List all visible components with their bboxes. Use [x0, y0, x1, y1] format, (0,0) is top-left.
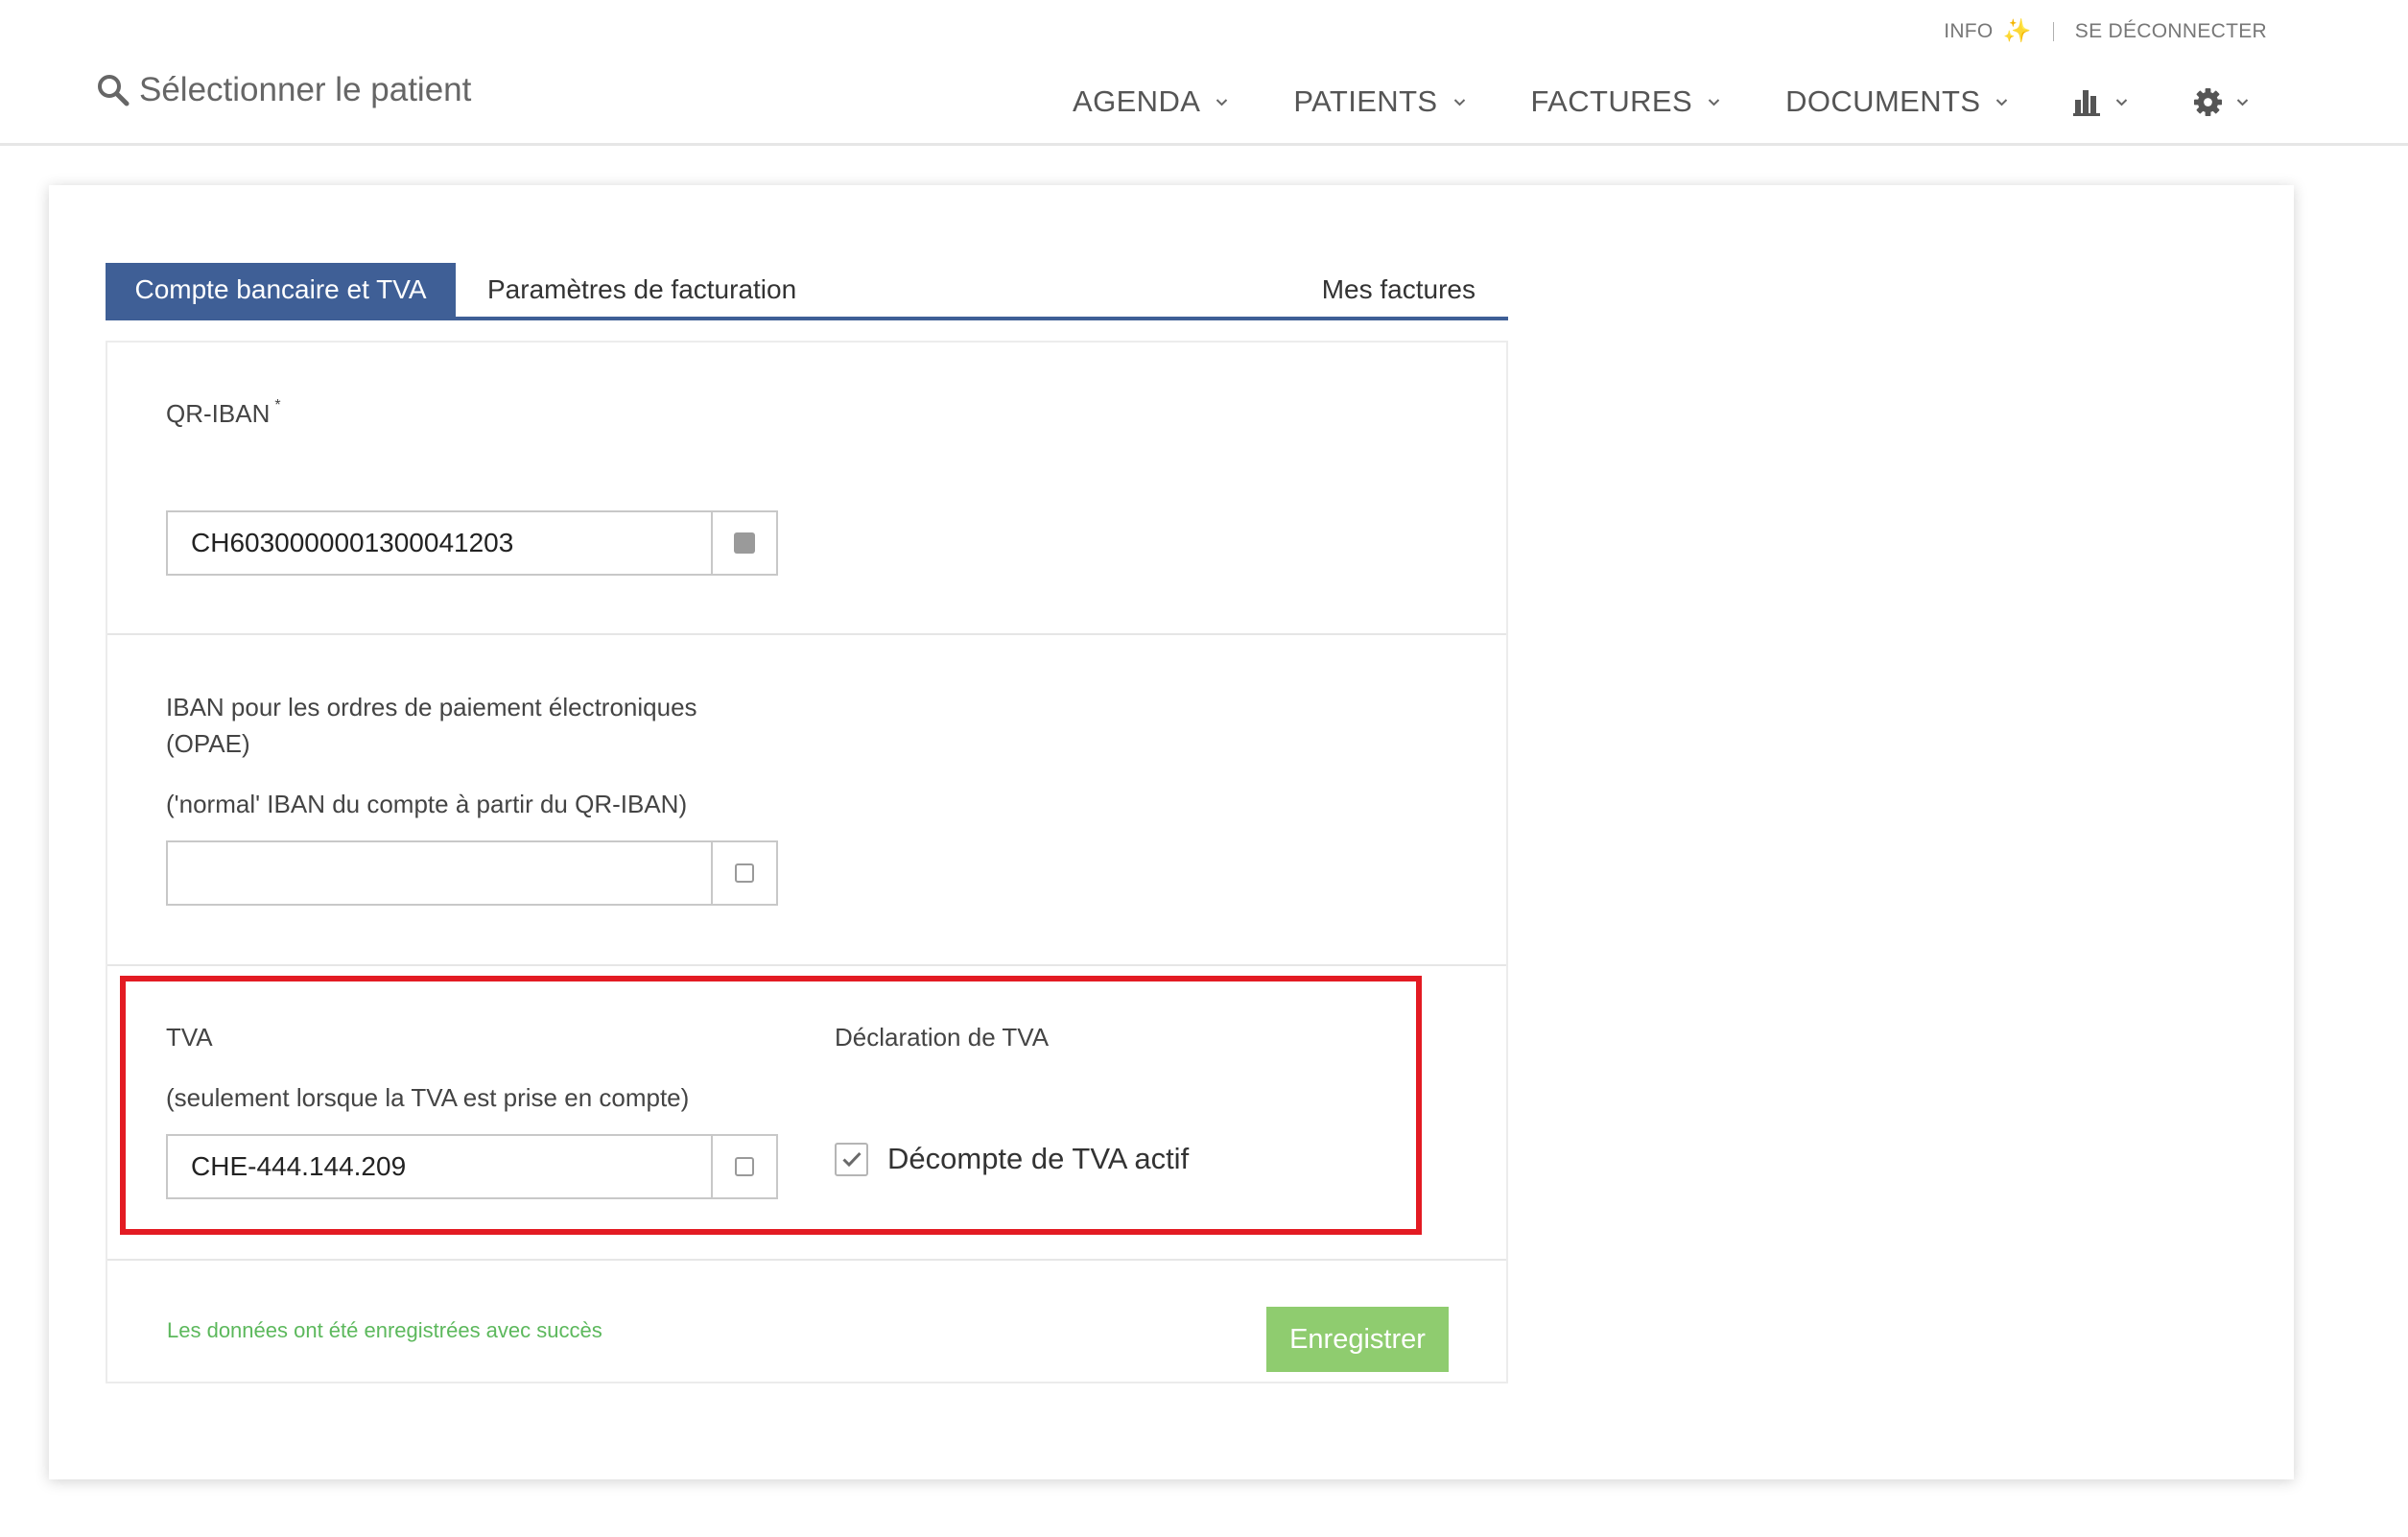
chevron-down-icon — [1453, 98, 1465, 106]
top-bar: INFO ✨ SE DÉCONNECTER Sélectionner le pa… — [0, 0, 2408, 146]
main-nav: AGENDA PATIENTS FACTURES DOCUMENTS — [1073, 84, 2249, 119]
top-links-separator — [2052, 21, 2054, 41]
section-divider — [107, 1259, 1506, 1261]
nav-patients-label: PATIENTS — [1293, 84, 1438, 118]
nav-factures[interactable]: FACTURES — [1531, 84, 1721, 119]
tab-billing-settings[interactable]: Paramètres de facturation — [487, 263, 796, 317]
search-icon — [98, 75, 130, 106]
opae-iban-hint: ('normal' IBAN du compte à partir du QR-… — [166, 790, 688, 818]
chevron-down-icon — [1216, 98, 1228, 106]
bar-chart-icon — [2073, 90, 2101, 116]
nav-documents[interactable]: DOCUMENTS — [1785, 84, 2008, 119]
nav-documents-label: DOCUMENTS — [1785, 84, 1981, 118]
required-mark: * — [274, 397, 281, 414]
chevron-down-icon — [1996, 98, 2008, 106]
chevron-down-icon — [1708, 98, 1720, 106]
patient-search-label: Sélectionner le patient — [139, 71, 472, 108]
square-outline-icon — [735, 863, 754, 883]
opae-iban-label-line1: IBAN pour les ordres de paiement électro… — [166, 693, 697, 721]
opae-iban-addon-button[interactable] — [711, 842, 776, 904]
nav-patients[interactable]: PATIENTS — [1293, 84, 1465, 119]
sparkle-icon: ✨ — [2002, 18, 2032, 44]
chevron-down-icon — [2116, 98, 2128, 106]
opae-iban-input-group — [166, 840, 778, 906]
tab-my-invoices[interactable]: Mes factures — [1322, 263, 1475, 317]
opae-iban-label-line2: (OPAE) — [166, 729, 250, 758]
nav-agenda[interactable]: AGENDA — [1073, 84, 1228, 119]
qr-iban-label: QR-IBAN * — [166, 395, 281, 432]
qr-iban-label-text: QR-IBAN — [166, 399, 271, 428]
top-links: INFO ✨ SE DÉCONNECTER — [1944, 17, 2267, 45]
tab-bar: Compte bancaire et TVA Paramètres de fac… — [106, 263, 1508, 320]
success-message: Les données ont été enregistrées avec su… — [167, 1318, 602, 1342]
patient-search[interactable]: Sélectionner le patient — [96, 71, 471, 109]
info-link[interactable]: INFO — [1944, 20, 1993, 43]
section-divider — [107, 633, 1506, 635]
nav-settings[interactable] — [2193, 87, 2249, 117]
logout-link[interactable]: SE DÉCONNECTER — [2075, 20, 2267, 43]
qr-iban-input[interactable] — [168, 512, 711, 574]
nav-factures-label: FACTURES — [1530, 84, 1693, 118]
save-button[interactable]: Enregistrer — [1266, 1307, 1449, 1372]
section-divider — [107, 964, 1506, 966]
qr-iban-addon-button[interactable] — [711, 512, 776, 574]
qr-iban-input-group — [166, 510, 778, 576]
square-filled-icon — [734, 532, 755, 554]
tab-bank-account-vat[interactable]: Compte bancaire et TVA — [106, 263, 456, 317]
opae-iban-input[interactable] — [168, 842, 711, 904]
chevron-down-icon — [2237, 98, 2249, 106]
gear-icon — [2194, 87, 2223, 116]
tva-section-highlight — [120, 976, 1422, 1235]
nav-statistics[interactable] — [2073, 87, 2128, 116]
page: INFO ✨ SE DÉCONNECTER Sélectionner le pa… — [0, 0, 2408, 1537]
nav-agenda-label: AGENDA — [1073, 84, 1201, 118]
